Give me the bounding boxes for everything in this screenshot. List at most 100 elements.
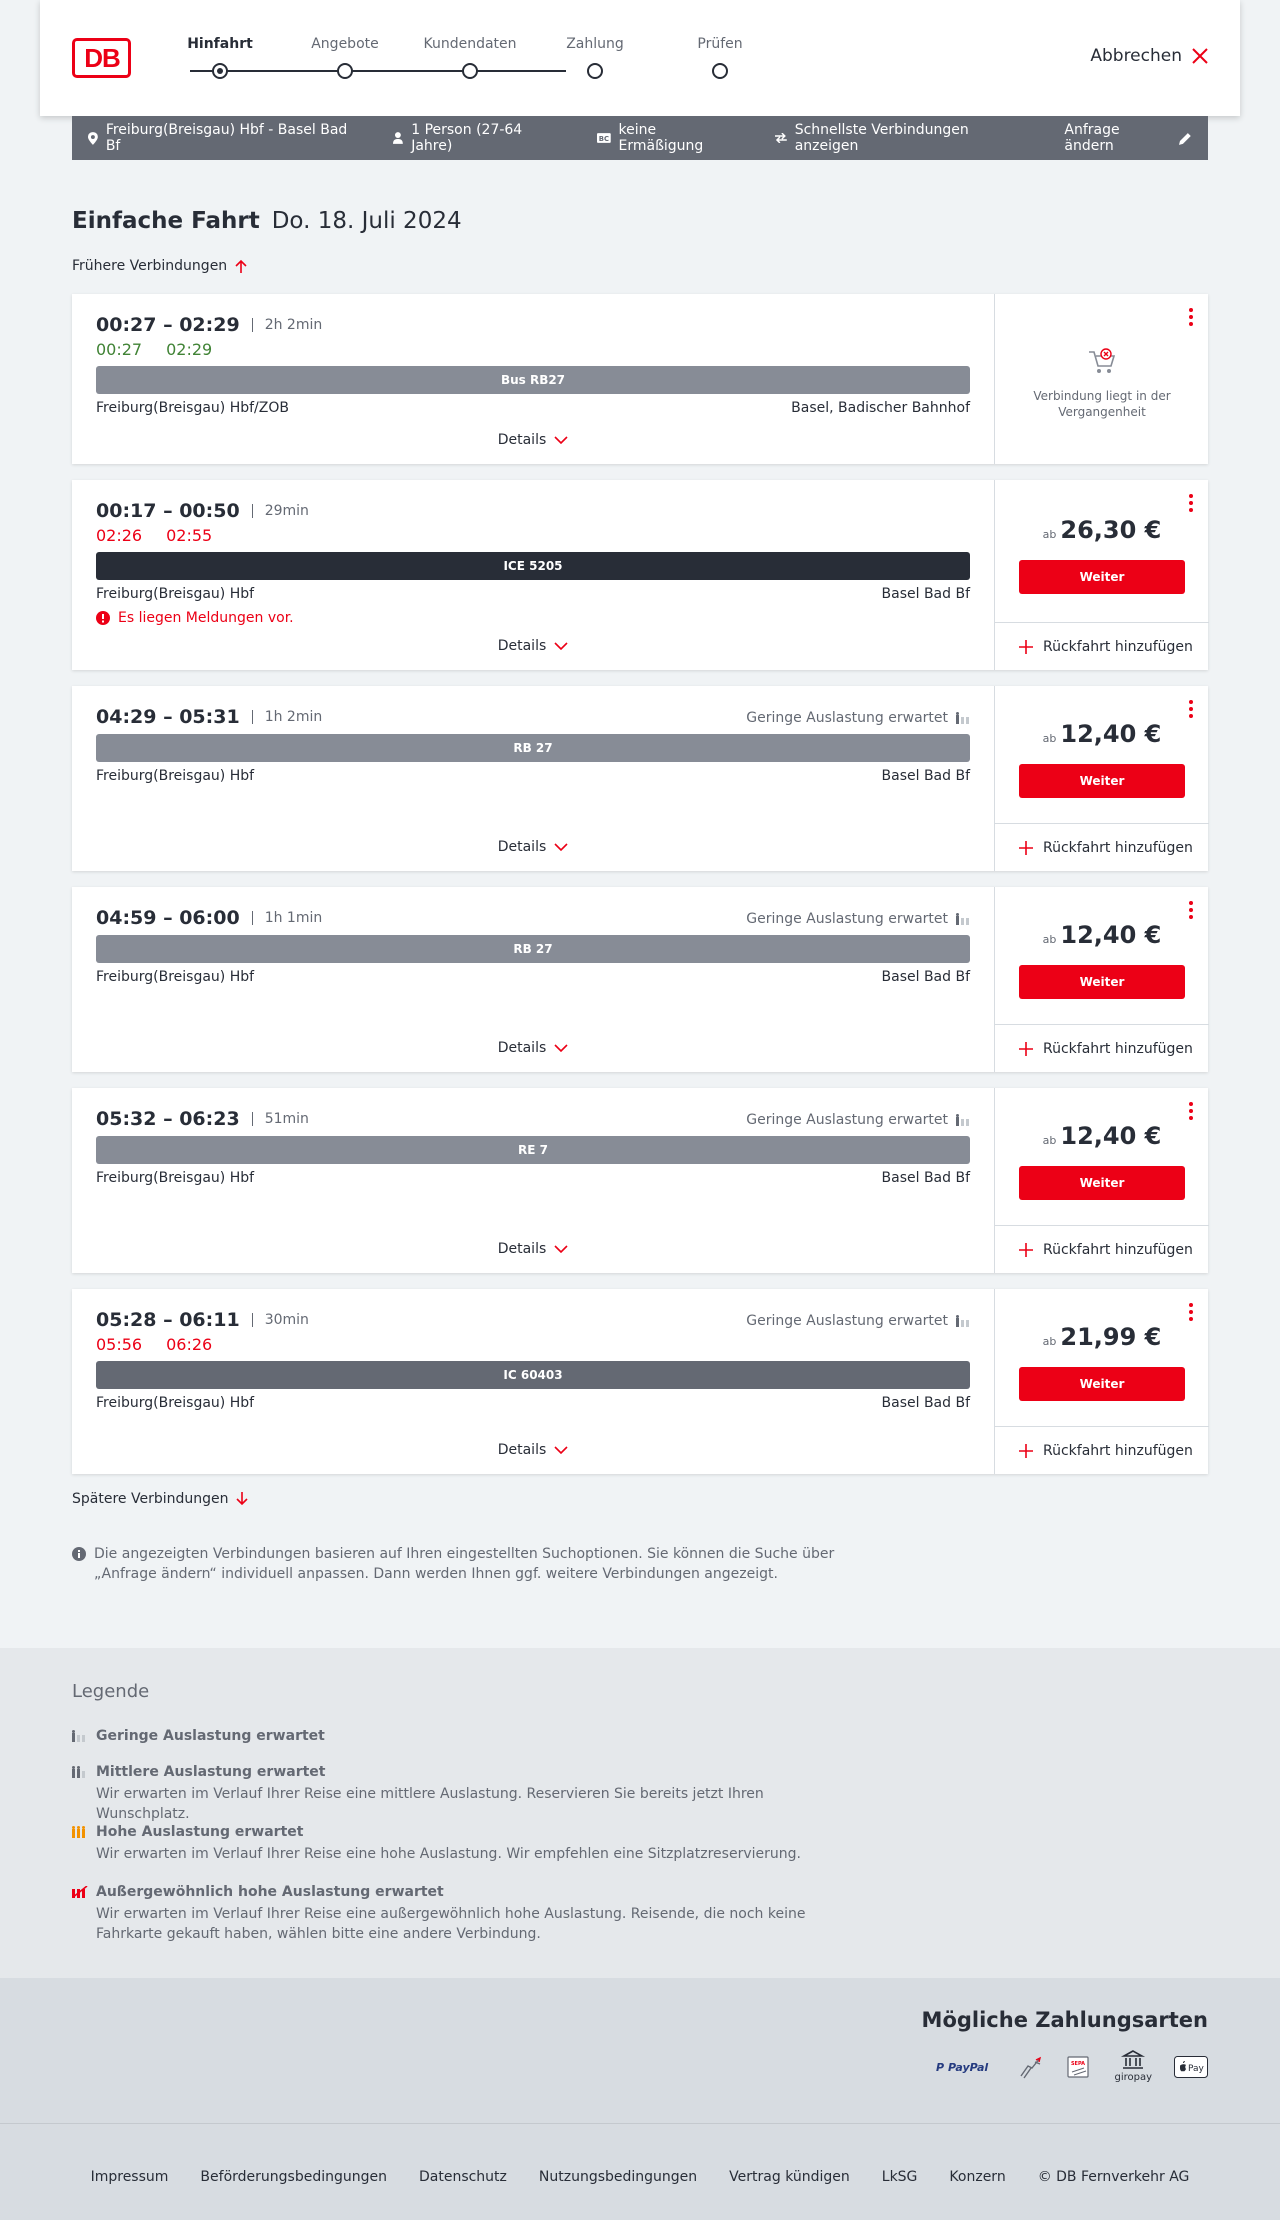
stations: Freiburg(Breisgau) Hbf Basel Bad Bf [96, 1395, 970, 1411]
footer-link-vertrag-kuendigen[interactable]: Vertrag kündigen [729, 2169, 850, 2185]
realtime-departure: 02:26 [96, 526, 143, 545]
step-label: Prüfen [697, 36, 743, 52]
connection-info: 04:29 – 05:31 1h 2min Geringe Auslastung … [72, 686, 994, 871]
add-return-button[interactable]: Rückfahrt hinzufügen [995, 1225, 1209, 1273]
price-value: 21,99 € [1060, 1323, 1162, 1351]
stepper-line [190, 70, 566, 72]
legend-item: Hohe Auslastung erwartet Wir erwarten im… [72, 1824, 852, 1864]
price: ab 21,99 € [995, 1323, 1209, 1351]
legend-item-title: Hohe Auslastung erwartet [96, 1824, 304, 1840]
connection-card: 05:28 – 06:11 30min Geringe Auslastung er… [72, 1289, 1209, 1474]
occupancy-low-icon [956, 712, 969, 724]
plus-icon [1019, 639, 1033, 654]
occupancy-low-icon [956, 1114, 969, 1126]
later-label: Spätere Verbindungen [72, 1491, 229, 1507]
search-info-note: Die angezeigten Verbindungen basieren au… [72, 1544, 852, 1584]
db-logo[interactable]: DB [72, 38, 131, 78]
details-toggle[interactable]: Details [72, 432, 994, 448]
change-request-button[interactable]: Anfrage ändern [1064, 122, 1192, 154]
footer-link-impressum[interactable]: Impressum [91, 2169, 169, 2185]
occupancy-text: Geringe Auslastung erwartet [746, 1313, 948, 1329]
footer-link-datenschutz[interactable]: Datenschutz [419, 2169, 507, 2185]
legend-item-desc: Wir erwarten im Verlauf Ihrer Reise eine… [96, 1846, 801, 1862]
details-toggle[interactable]: Details [72, 1040, 994, 1056]
step-label: Zahlung [566, 36, 624, 52]
add-return-button[interactable]: Rückfahrt hinzufügen [995, 1426, 1209, 1474]
departure-station: Freiburg(Breisgau) Hbf [96, 1170, 255, 1186]
return-label: Rückfahrt hinzufügen [1043, 1241, 1193, 1258]
pencil-icon [1179, 132, 1192, 145]
footer-link-konzern[interactable]: Konzern [949, 2169, 1005, 2185]
duration: 1h 2min [251, 710, 322, 724]
step-dot [587, 63, 603, 79]
more-options-icon[interactable] [1188, 901, 1194, 919]
time-range: 05:28 – 06:11 [96, 1309, 240, 1331]
chevron-down-icon [554, 1245, 568, 1253]
footer-link-lksg[interactable]: LkSG [882, 2169, 918, 2185]
weiter-button[interactable]: Weiter [1019, 560, 1185, 594]
disruption-message[interactable]: Es liegen Meldungen vor. [96, 610, 294, 626]
offer-panel: ab 12,40 € Weiter Rückfahrt hinzufügen [994, 1088, 1209, 1273]
duration: 30min [251, 1313, 309, 1327]
realtime-arrival: 02:29 [166, 340, 213, 359]
route-text: Freiburg(Breisgau) Hbf - Basel Bad Bf [105, 122, 348, 154]
earlier-connections-link[interactable]: Frühere Verbindungen [72, 258, 247, 274]
stations: Freiburg(Breisgau) Hbf Basel Bad Bf [96, 768, 970, 784]
details-toggle[interactable]: Details [72, 1241, 994, 1257]
realtime-times: 02:26 02:55 [96, 526, 212, 545]
legend-item: Außergewöhnlich hohe Auslastung erwartet… [72, 1884, 852, 1944]
weiter-button[interactable]: Weiter [1019, 1166, 1185, 1200]
more-options-icon[interactable] [1188, 494, 1194, 512]
connection-card: 00:27 – 02:29 2h 2min 00:27 02:29 Bus RB27… [72, 294, 1208, 464]
person-icon [393, 132, 404, 144]
train-bar: Bus RB27 [96, 366, 970, 394]
later-connections-link[interactable]: Spätere Verbindungen [72, 1491, 249, 1507]
step-angebote: Angebote [295, 35, 395, 79]
plus-icon [1019, 1041, 1033, 1056]
add-return-button[interactable]: Rückfahrt hinzufügen [995, 823, 1209, 871]
price-prefix: ab [1042, 1335, 1057, 1348]
stations: Freiburg(Breisgau) Hbf Basel Bad Bf [96, 586, 970, 602]
legend-item-title: Außergewöhnlich hohe Auslastung erwartet [96, 1884, 444, 1900]
step-label: Angebote [311, 36, 379, 52]
more-options-icon[interactable] [1188, 308, 1194, 326]
footer-link-nutzungsbedingungen[interactable]: Nutzungsbedingungen [539, 2169, 697, 2185]
price: ab 12,40 € [995, 720, 1209, 748]
price-prefix: ab [1042, 528, 1057, 541]
realtime-departure: 00:27 [96, 340, 143, 359]
add-return-button[interactable]: Rückfahrt hinzufügen [995, 1024, 1209, 1072]
footer-links: Impressum Beförderungsbedingungen Datens… [0, 2169, 1280, 2185]
discount-summary: BC keine Ermäßigung [596, 122, 743, 154]
plus-icon [1019, 1242, 1033, 1257]
train-bar: RE 7 [96, 1136, 970, 1164]
more-options-icon[interactable] [1188, 1303, 1194, 1321]
details-toggle[interactable]: Details [72, 638, 994, 654]
train-bar: IC 60403 [96, 1361, 970, 1389]
footer-copyright: © DB Fernverkehr AG [1037, 2169, 1190, 2185]
passenger-text: 1 Person (27-64 Jahre) [411, 122, 523, 154]
add-return-button[interactable]: Rückfahrt hinzufügen [995, 622, 1209, 670]
fastest-toggle[interactable]: Schnellste Verbindungen anzeigen [774, 122, 1032, 154]
more-options-icon[interactable] [1188, 700, 1194, 718]
details-toggle[interactable]: Details [72, 1442, 994, 1458]
db-logo-mark: DB [84, 45, 121, 71]
sepa-text: SEPA [1071, 2061, 1085, 2067]
time-range: 05:32 – 06:23 [96, 1108, 240, 1130]
weiter-button[interactable]: Weiter [1019, 965, 1185, 999]
connection-times: 04:59 – 06:00 1h 1min [96, 907, 322, 929]
details-toggle[interactable]: Details [72, 839, 994, 855]
payment-icons: P PayPal SEPA giropay Pay [936, 2050, 1208, 2083]
more-options-icon[interactable] [1188, 1102, 1194, 1120]
paypal-icon: P PayPal [936, 2059, 996, 2075]
return-label: Rückfahrt hinzufügen [1043, 638, 1193, 655]
duration: 1h 1min [251, 911, 322, 925]
step-dot [212, 63, 228, 79]
return-label: Rückfahrt hinzufügen [1043, 1442, 1193, 1459]
footer-link-befoerderungsbedingungen[interactable]: Beförderungsbedingungen [200, 2169, 387, 2185]
occupancy-high-icon [72, 1826, 85, 1838]
arrival-station: Basel Bad Bf [881, 1395, 970, 1411]
cancel-button[interactable]: Abbrechen [1090, 46, 1208, 66]
weiter-button[interactable]: Weiter [1019, 1367, 1185, 1401]
weiter-button[interactable]: Weiter [1019, 764, 1185, 798]
train-bar: RB 27 [96, 734, 970, 762]
